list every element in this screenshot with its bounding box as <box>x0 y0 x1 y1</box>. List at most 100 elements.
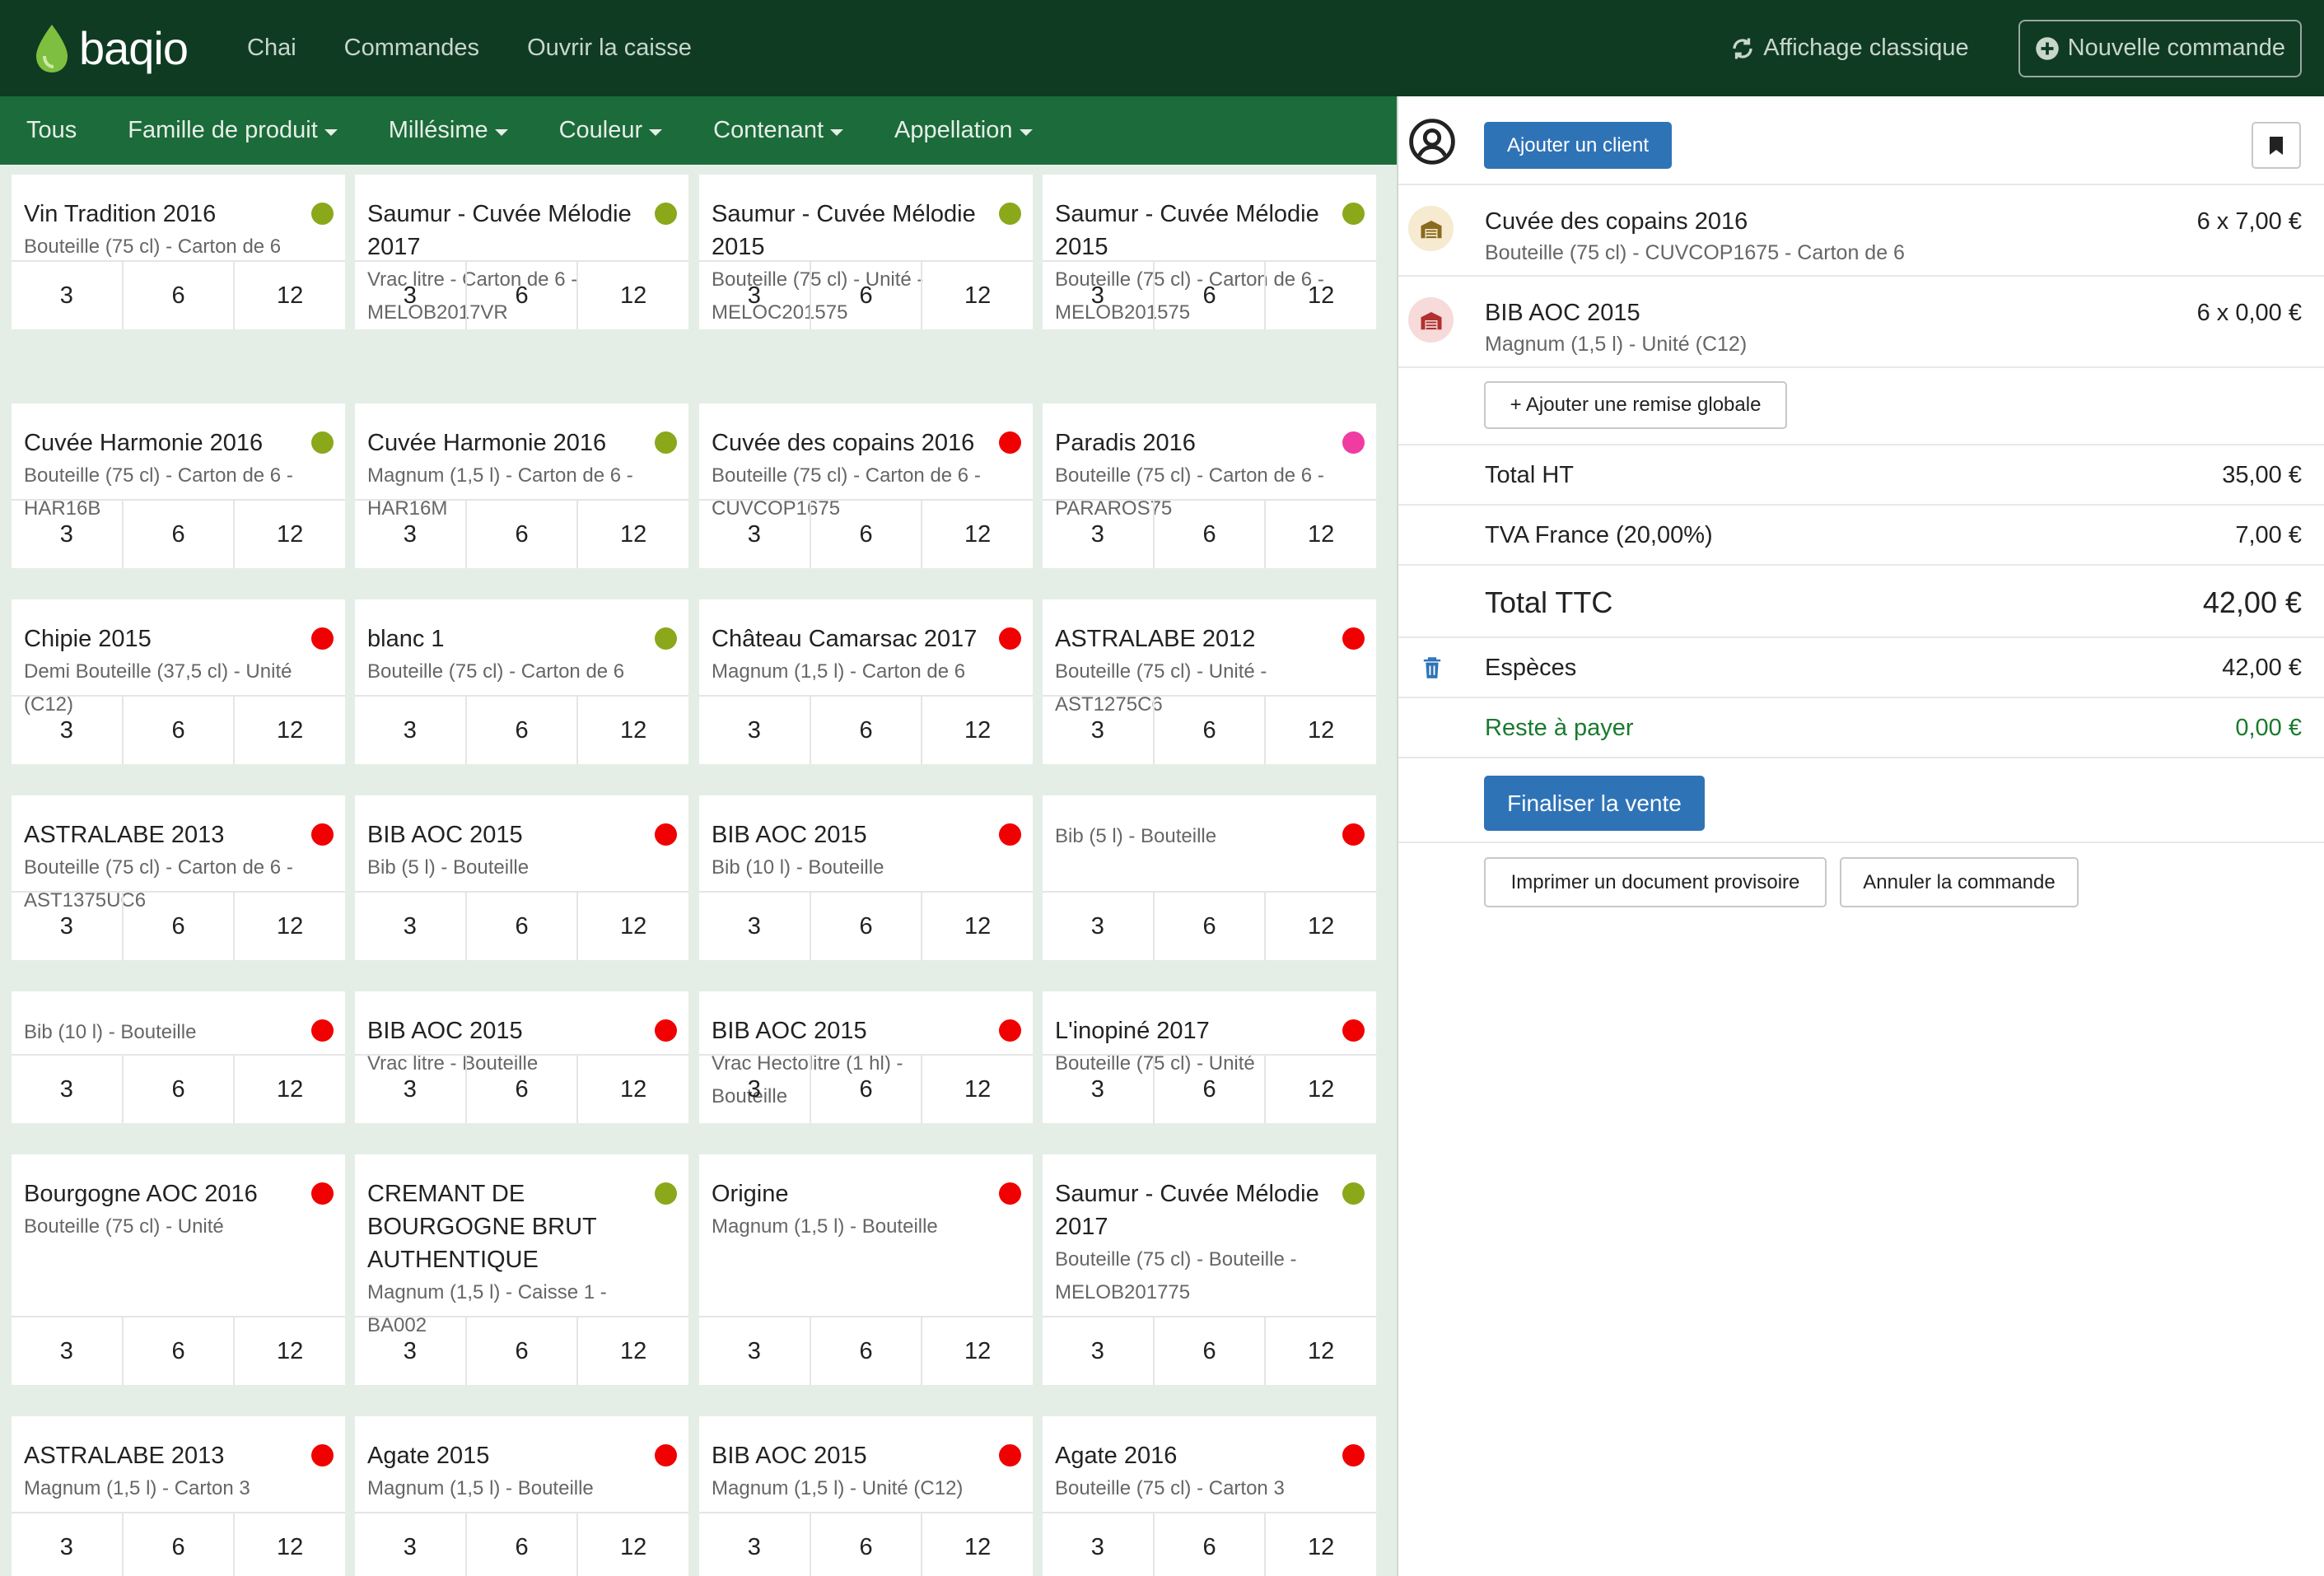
quantity-button-3[interactable]: 3 <box>355 1513 465 1576</box>
quantity-button-6[interactable]: 6 <box>464 1056 577 1123</box>
quantity-button-6[interactable]: 6 <box>809 1513 922 1576</box>
product-card[interactable]: Saumur - Cuvée Mélodie 2017 Bouteille (75… <box>1043 1154 1376 1385</box>
quantity-button-3[interactable]: 3 <box>12 262 122 329</box>
product-card[interactable]: CREMANT DE BOURGOGNE BRUT AUTHENTIQUE Mag… <box>355 1154 688 1385</box>
product-card[interactable]: Cuvée des copains 2016 Bouteille (75 cl) … <box>699 403 1033 568</box>
nav-chai[interactable]: Chai <box>247 35 296 62</box>
quantity-button-12[interactable]: 12 <box>233 262 345 329</box>
product-card[interactable]: Saumur - Cuvée Mélodie 2017 Vrac litre - … <box>355 175 688 329</box>
nav-ouvrir-caisse[interactable]: Ouvrir la caisse <box>527 35 692 62</box>
product-card[interactable]: Origine Magnum (1,5 l) - Bouteille 3 6 12 <box>699 1154 1033 1385</box>
quantity-button-3[interactable]: 3 <box>12 1317 122 1385</box>
new-order-button[interactable]: Nouvelle commande <box>2018 19 2302 77</box>
user-circle-icon[interactable] <box>1408 118 1456 166</box>
quantity-button-6[interactable]: 6 <box>1152 1317 1265 1385</box>
quantity-button-12[interactable]: 12 <box>921 697 1033 764</box>
quantity-button-12[interactable]: 12 <box>233 697 345 764</box>
product-card[interactable]: Paradis 2016 Bouteille (75 cl) - Carton d… <box>1043 403 1376 568</box>
classic-view-link[interactable]: Affichage classique <box>1730 35 1969 62</box>
product-card[interactable]: blanc 1 Bouteille (75 cl) - Carton de 6 36… <box>355 599 688 764</box>
quantity-button-3[interactable]: 3 <box>12 1056 122 1123</box>
product-card[interactable]: Vin Tradition 2016 Bouteille (75 cl) - Ca… <box>12 175 345 329</box>
quantity-button-3[interactable]: 3 <box>355 1056 465 1123</box>
quantity-button-6[interactable]: 6 <box>121 697 234 764</box>
filter-appellation[interactable]: Appellation <box>894 117 1033 144</box>
quantity-button-12[interactable]: 12 <box>576 893 688 960</box>
product-card[interactable]: BIB AOC 2015 Vrac Hectolitre (1 hl) - Bou… <box>699 991 1033 1123</box>
quantity-button-12[interactable]: 12 <box>233 1317 345 1385</box>
quantity-button-6[interactable]: 6 <box>121 893 234 960</box>
quantity-button-6[interactable]: 6 <box>121 262 234 329</box>
cancel-order-button[interactable]: Annuler la commande <box>1840 857 2079 907</box>
filter-couleur[interactable]: Couleur <box>559 117 663 144</box>
product-card[interactable]: ASTRALABE 2013 Bouteille (75 cl) - Carton… <box>12 795 345 960</box>
quantity-button-6[interactable]: 6 <box>464 893 577 960</box>
quantity-button-6[interactable]: 6 <box>1152 697 1265 764</box>
quantity-button-3[interactable]: 3 <box>699 1317 810 1385</box>
quantity-button-6[interactable]: 6 <box>809 501 922 568</box>
quantity-button-3[interactable]: 3 <box>1043 1317 1153 1385</box>
quantity-button-6[interactable]: 6 <box>121 501 234 568</box>
quantity-button-3[interactable]: 3 <box>355 262 465 329</box>
product-card[interactable]: BIB AOC 2015 Magnum (1,5 l) - Unité (C12)… <box>699 1416 1033 1576</box>
quantity-button-3[interactable]: 3 <box>699 1056 810 1123</box>
print-provisional-button[interactable]: Imprimer un document provisoire <box>1484 857 1827 907</box>
quantity-button-6[interactable]: 6 <box>1152 893 1265 960</box>
quantity-button-3[interactable]: 3 <box>12 1513 122 1576</box>
quantity-button-12[interactable]: 12 <box>576 697 688 764</box>
quantity-button-6[interactable]: 6 <box>809 893 922 960</box>
product-card[interactable]: Cuvée Harmonie 2016 Magnum (1,5 l) - Cart… <box>355 403 688 568</box>
filter-famille[interactable]: Famille de produit <box>128 117 338 144</box>
quantity-button-6[interactable]: 6 <box>121 1317 234 1385</box>
product-card[interactable]: BIB AOC 2015 Bib (5 l) - Bouteille 3 6 12 <box>355 795 688 960</box>
quantity-button-12[interactable]: 12 <box>576 1317 688 1385</box>
quantity-button-12[interactable]: 12 <box>921 501 1033 568</box>
quantity-button-6[interactable]: 6 <box>121 1056 234 1123</box>
quantity-button-12[interactable]: 12 <box>1264 893 1376 960</box>
quantity-button-6[interactable]: 6 <box>809 262 922 329</box>
quantity-button-6[interactable]: 6 <box>1152 262 1265 329</box>
brand-logo[interactable]: baqio <box>33 21 231 75</box>
quantity-button-6[interactable]: 6 <box>464 1513 577 1576</box>
quantity-button-12[interactable]: 12 <box>233 893 345 960</box>
product-card[interactable]: Agate 2016 Bouteille (75 cl) - Carton 3 36… <box>1043 1416 1376 1576</box>
quantity-button-12[interactable]: 12 <box>1264 501 1376 568</box>
quantity-button-3[interactable]: 3 <box>1043 1056 1153 1123</box>
product-card[interactable]: Bib (10 l) - Bouteille 3 6 12 <box>12 991 345 1123</box>
quantity-button-3[interactable]: 3 <box>1043 262 1153 329</box>
quantity-button-6[interactable]: 6 <box>464 1317 577 1385</box>
quantity-button-6[interactable]: 6 <box>464 262 577 329</box>
quantity-button-6[interactable]: 6 <box>464 697 577 764</box>
quantity-button-12[interactable]: 12 <box>576 262 688 329</box>
product-card[interactable]: ASTRALABE 2013 Magnum (1,5 l) - Carton 3 3… <box>12 1416 345 1576</box>
add-client-button[interactable]: Ajouter un client <box>1484 122 1672 169</box>
quantity-button-3[interactable]: 3 <box>12 697 122 764</box>
product-card[interactable]: Agate 2015 Magnum (1,5 l) - Bouteille 3 6 12 <box>355 1416 688 1576</box>
quantity-button-12[interactable]: 12 <box>576 501 688 568</box>
quantity-button-12[interactable]: 12 <box>921 893 1033 960</box>
quantity-button-3[interactable]: 3 <box>1043 501 1153 568</box>
quantity-button-3[interactable]: 3 <box>12 893 122 960</box>
add-discount-button[interactable]: + Ajouter une remise globale <box>1484 381 1787 429</box>
quantity-button-12[interactable]: 12 <box>1264 697 1376 764</box>
quantity-button-6[interactable]: 6 <box>121 1513 234 1576</box>
filter-tous[interactable]: Tous <box>26 117 77 144</box>
quantity-button-3[interactable]: 3 <box>699 697 810 764</box>
quantity-button-3[interactable]: 3 <box>355 893 465 960</box>
bookmark-button[interactable] <box>2252 122 2301 169</box>
product-card[interactable]: Cuvée Harmonie 2016 Bouteille (75 cl) - C… <box>12 403 345 568</box>
product-card[interactable]: Saumur - Cuvée Mélodie 2015 Bouteille (75… <box>1043 175 1376 329</box>
filter-millesime[interactable]: Millésime <box>389 117 508 144</box>
quantity-button-3[interactable]: 3 <box>355 1317 465 1385</box>
quantity-button-6[interactable]: 6 <box>1152 501 1265 568</box>
quantity-button-3[interactable]: 3 <box>1043 697 1153 764</box>
quantity-button-6[interactable]: 6 <box>809 1317 922 1385</box>
product-card[interactable]: Bourgogne AOC 2016 Bouteille (75 cl) - Un… <box>12 1154 345 1385</box>
trash-icon[interactable] <box>1421 656 1443 679</box>
quantity-button-6[interactable]: 6 <box>809 1056 922 1123</box>
product-card[interactable]: BIB AOC 2015 Vrac litre - Bouteille 3 6 12 <box>355 991 688 1123</box>
quantity-button-12[interactable]: 12 <box>233 1056 345 1123</box>
product-card[interactable]: Bib (5 l) - Bouteille 3 6 12 <box>1043 795 1376 960</box>
product-card[interactable]: Saumur - Cuvée Mélodie 2015 Bouteille (75… <box>699 175 1033 329</box>
quantity-button-3[interactable]: 3 <box>12 501 122 568</box>
